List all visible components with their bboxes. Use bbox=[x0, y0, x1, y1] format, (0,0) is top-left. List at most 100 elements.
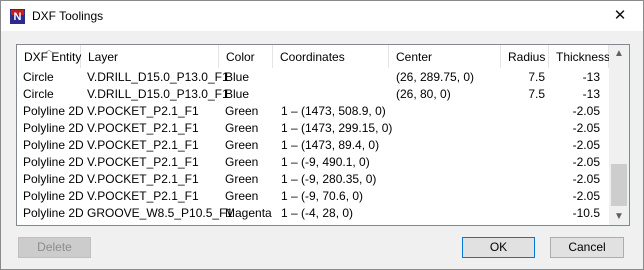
cell-dxf-entity: Polyline 2D bbox=[23, 121, 84, 135]
cell-radius: 7.5 bbox=[528, 70, 545, 84]
column-header-coordinates[interactable]: Coordinates bbox=[273, 45, 389, 68]
cell-coordinates: 1 – (-9, 280.35, 0) bbox=[281, 172, 377, 186]
column-header-layer[interactable]: Layer bbox=[81, 45, 219, 68]
cell-layer: V.POCKET_P2.1_F1 bbox=[87, 155, 199, 169]
column-header-color[interactable]: Color bbox=[219, 45, 273, 68]
scroll-up-button[interactable]: ▲ bbox=[609, 45, 629, 62]
list-item[interactable]: Polyline 2D V.POCKET_P2.1_F1 Green 1 – (… bbox=[17, 137, 609, 154]
cell-thickness: -2.05 bbox=[572, 138, 600, 152]
cell-radius bbox=[505, 137, 545, 154]
scrollbar-thumb[interactable] bbox=[611, 164, 627, 206]
cell-color: Blue bbox=[225, 70, 250, 84]
cell-coordinates bbox=[281, 86, 401, 103]
cell-color: Magenta bbox=[225, 206, 272, 220]
cell-thickness: -2.05 bbox=[572, 189, 600, 203]
cell-radius bbox=[505, 120, 545, 137]
cell-thickness: -13 bbox=[582, 87, 600, 101]
cell-radius: 7.5 bbox=[528, 87, 545, 101]
list-item[interactable]: Polyline 2D V.POCKET_P2.1_F1 Green 1 – (… bbox=[17, 154, 609, 171]
app-logo-glyph: N bbox=[13, 11, 22, 23]
cell-layer: GROOVE_W8.5_P10.5_F1 bbox=[87, 206, 234, 220]
column-header-label: Color bbox=[226, 50, 255, 64]
list-item[interactable]: Polyline 2D V.POCKET_P2.1_F1 Green 1 – (… bbox=[17, 103, 609, 120]
cell-layer: V.POCKET_P2.1_F1 bbox=[87, 121, 199, 135]
app-logo-icon: N bbox=[10, 9, 25, 24]
column-header-thickness[interactable]: Thickness bbox=[549, 45, 611, 68]
cell-center bbox=[396, 171, 506, 188]
cancel-button[interactable]: Cancel bbox=[550, 237, 624, 258]
cell-radius bbox=[505, 154, 545, 171]
column-header-dxf-entity[interactable]: ︿ DXF Entity bbox=[17, 45, 81, 68]
cell-thickness: -10.5 bbox=[572, 206, 600, 220]
title-bar[interactable]: N DXF Toolings ✕ bbox=[1, 1, 643, 31]
cell-center bbox=[396, 154, 506, 171]
cell-thickness: -2.05 bbox=[572, 172, 600, 186]
cell-center bbox=[396, 188, 506, 205]
list-item[interactable]: Circle V.DRILL_D15.0_P13.0_F1 Blue (26, … bbox=[17, 86, 609, 103]
cell-coordinates: 1 – (1473, 89.4, 0) bbox=[281, 138, 380, 152]
list-body: Circle V.DRILL_D15.0_P13.0_F1 Blue (26, … bbox=[17, 69, 609, 222]
cell-center: (26, 80, 0) bbox=[396, 87, 451, 101]
scroll-down-button[interactable]: ▼ bbox=[609, 208, 629, 225]
cell-coordinates: 1 – (-9, 70.6, 0) bbox=[281, 189, 364, 203]
list-item[interactable]: Polyline 2D V.POCKET_P2.1_F1 Green 1 – (… bbox=[17, 171, 609, 188]
cell-layer: V.POCKET_P2.1_F1 bbox=[87, 189, 199, 203]
list-item[interactable]: Polyline 2D V.POCKET_P2.1_F1 Green 1 – (… bbox=[17, 120, 609, 137]
cell-coordinates: 1 – (1473, 508.9, 0) bbox=[281, 104, 386, 118]
cell-layer: V.POCKET_P2.1_F1 bbox=[87, 104, 199, 118]
cell-thickness: -13 bbox=[582, 70, 600, 84]
close-button[interactable]: ✕ bbox=[597, 1, 643, 31]
list-item[interactable]: Circle V.DRILL_D15.0_P13.0_F1 Blue (26, … bbox=[17, 69, 609, 86]
cell-layer: V.DRILL_D15.0_P13.0_F1 bbox=[87, 87, 229, 101]
delete-button[interactable]: Delete bbox=[18, 237, 91, 258]
dialog-window: N DXF Toolings ✕ ︿ DXF Entity Layer Colo… bbox=[0, 0, 644, 270]
cell-dxf-entity: Polyline 2D bbox=[23, 155, 84, 169]
cell-coordinates: 1 – (-9, 490.1, 0) bbox=[281, 155, 370, 169]
cell-dxf-entity: Polyline 2D bbox=[23, 138, 84, 152]
cell-color: Green bbox=[225, 189, 259, 203]
cell-layer: V.POCKET_P2.1_F1 bbox=[87, 138, 199, 152]
column-header-label: Radius bbox=[508, 50, 546, 64]
toolings-list[interactable]: ︿ DXF Entity Layer Color Coordinates Cen… bbox=[16, 44, 630, 226]
column-header-radius[interactable]: Radius bbox=[501, 45, 549, 68]
cell-coordinates: 1 – (-4, 28, 0) bbox=[281, 206, 354, 220]
column-header: ︿ DXF Entity Layer Color Coordinates Cen… bbox=[17, 45, 611, 69]
cell-layer: V.POCKET_P2.1_F1 bbox=[87, 172, 199, 186]
column-header-label: Layer bbox=[88, 50, 119, 64]
close-icon: ✕ bbox=[613, 7, 627, 24]
list-item[interactable]: Polyline 2D GROOVE_W8.5_P10.5_F1 Magenta… bbox=[17, 205, 609, 222]
column-header-label: Center bbox=[396, 50, 433, 64]
cell-dxf-entity: Circle bbox=[23, 70, 54, 84]
cell-center bbox=[396, 205, 506, 222]
sort-ascending-icon: ︿ bbox=[45, 45, 53, 54]
cell-dxf-entity: Polyline 2D bbox=[23, 189, 84, 203]
cell-color: Green bbox=[225, 121, 259, 135]
cell-radius bbox=[505, 188, 545, 205]
ok-button[interactable]: OK bbox=[462, 237, 535, 258]
cell-center bbox=[396, 103, 506, 120]
cell-color: Green bbox=[225, 172, 259, 186]
cell-center bbox=[396, 137, 506, 154]
column-header-label: Coordinates bbox=[280, 50, 345, 64]
cell-center: (26, 289.75, 0) bbox=[396, 70, 475, 84]
cell-dxf-entity: Polyline 2D bbox=[23, 206, 84, 220]
cell-color: Blue bbox=[225, 87, 250, 101]
chevron-up-icon: ▲ bbox=[614, 48, 624, 59]
column-header-label: Thickness bbox=[556, 50, 611, 64]
cell-radius bbox=[505, 171, 545, 188]
cell-thickness: -2.05 bbox=[572, 155, 600, 169]
cell-layer: V.DRILL_D15.0_P13.0_F1 bbox=[87, 70, 229, 84]
chevron-down-icon: ▼ bbox=[614, 211, 624, 222]
cell-coordinates: 1 – (1473, 299.15, 0) bbox=[281, 121, 393, 135]
cell-color: Green bbox=[225, 155, 259, 169]
cell-color: Green bbox=[225, 104, 259, 118]
cell-radius bbox=[505, 103, 545, 120]
cell-coordinates bbox=[281, 69, 401, 86]
vertical-scrollbar[interactable]: ▲ ▼ bbox=[609, 45, 629, 225]
cell-dxf-entity: Circle bbox=[23, 87, 54, 101]
cell-radius bbox=[505, 205, 545, 222]
column-header-center[interactable]: Center bbox=[389, 45, 501, 68]
cell-thickness: -2.05 bbox=[572, 104, 600, 118]
cell-dxf-entity: Polyline 2D bbox=[23, 172, 84, 186]
list-item[interactable]: Polyline 2D V.POCKET_P2.1_F1 Green 1 – (… bbox=[17, 188, 609, 205]
